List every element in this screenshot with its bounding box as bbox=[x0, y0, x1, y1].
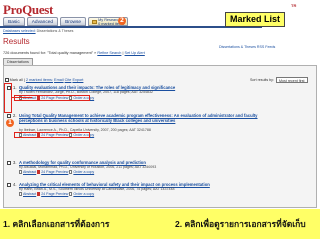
abstract-icon bbox=[19, 170, 22, 174]
links-highlight bbox=[14, 132, 90, 138]
cite-link[interactable]: Cite bbox=[65, 78, 72, 82]
query-text: "Total quality management" bbox=[47, 51, 94, 55]
result-checkbox[interactable] bbox=[7, 161, 11, 165]
pdf-icon bbox=[37, 192, 41, 196]
results-toolbar: Mark all | 2 marked items: Email Cite Ex… bbox=[5, 78, 83, 82]
result-links: Abstract 24 Page Preview Order a copy bbox=[19, 192, 94, 196]
breadcrumb: Databases selected: Dissertations & Thes… bbox=[3, 29, 73, 33]
instruction-step-2: 2. คลิกเพื่อดูรายการเอกสารที่จัดเก็บ bbox=[170, 209, 320, 239]
topright-icon: TR bbox=[291, 3, 297, 8]
tab-dissertations[interactable]: Dissertations bbox=[3, 58, 33, 65]
export-link[interactable]: Export bbox=[72, 78, 83, 82]
page-preview-link[interactable]: 24 Page Preview bbox=[41, 170, 68, 174]
result-checkbox[interactable] bbox=[7, 183, 11, 187]
sort-label: Sort results by: bbox=[250, 78, 274, 82]
result-author: by Alsuidai, Mohammad, Ph.D., University… bbox=[19, 165, 157, 169]
marked-items-link[interactable]: 2 marked items: bbox=[26, 78, 53, 82]
refine-search-link[interactable]: Refine Search bbox=[97, 51, 121, 55]
instruction-step-1: 1. คลิกเลือกเอกสารที่ต้องการ bbox=[0, 209, 170, 239]
proquest-logo: ProQuest bbox=[3, 2, 54, 17]
sort-control: Sort results by: Most recent first bbox=[250, 77, 308, 83]
abstract-icon bbox=[19, 192, 22, 196]
breadcrumb-text: Dissertations & Theses bbox=[36, 29, 74, 33]
mark-all-checkbox[interactable] bbox=[5, 78, 9, 82]
order-copy-link[interactable]: Order a copy bbox=[73, 170, 94, 174]
search-tabs: Basic Advanced Browse My Research 0 mark… bbox=[3, 17, 129, 26]
result-number: 3. bbox=[13, 160, 17, 165]
callout-arrow bbox=[12, 97, 42, 99]
result-number: 4. bbox=[13, 182, 17, 187]
databases-selected-link[interactable]: Databases selected: bbox=[3, 29, 36, 33]
count-text: 726 documents found for: bbox=[3, 51, 47, 55]
result-checkbox[interactable] bbox=[7, 114, 11, 118]
order-copy-link[interactable]: Order a copy bbox=[73, 192, 94, 196]
page-preview-link[interactable]: 24 Page Preview bbox=[41, 192, 68, 196]
order-icon bbox=[69, 170, 73, 174]
pdf-icon bbox=[37, 170, 41, 174]
result-links: Abstract 24 Page Preview Order a copy bbox=[19, 170, 94, 174]
tab-basic[interactable]: Basic bbox=[3, 17, 25, 26]
header-divider bbox=[0, 26, 262, 28]
sort-select[interactable]: Most recent first bbox=[275, 77, 308, 83]
result-item: 2. Using Total Quality Management to ach… bbox=[7, 113, 307, 143]
checkbox-highlight bbox=[4, 83, 12, 113]
order-icon bbox=[69, 192, 73, 196]
set-up-alert-link[interactable]: Set Up Alert bbox=[125, 51, 145, 55]
result-number: 1. bbox=[13, 85, 17, 90]
abstract-link[interactable]: Abstract bbox=[23, 192, 36, 196]
abstract-link[interactable]: Abstract bbox=[23, 170, 36, 174]
result-item: 3. A methodology for quality conformance… bbox=[7, 160, 307, 178]
tab-advanced[interactable]: Advanced bbox=[26, 17, 59, 26]
result-author: by Trullen Fernandez, Jorge, Ph.D., Bost… bbox=[19, 90, 154, 94]
result-item: 4. Analyzing the critical elements of be… bbox=[7, 182, 307, 200]
rss-feeds-link[interactable]: Dissertations & Theses RSS Feeds bbox=[219, 45, 275, 49]
email-link[interactable]: Email bbox=[54, 78, 64, 82]
marked-list-callout: Marked List bbox=[225, 12, 285, 27]
callout-badge-1: 1 bbox=[6, 119, 14, 127]
tab-browse[interactable]: Browse bbox=[60, 17, 87, 26]
mark-all-label: Mark all bbox=[9, 78, 23, 82]
result-title-link[interactable]: Using Total Quality Management to achiev… bbox=[19, 113, 279, 123]
result-author: by Hahn, Brian A., M.S., Southern Illino… bbox=[19, 187, 175, 191]
results-heading: Results bbox=[3, 37, 30, 46]
folder-icon bbox=[92, 19, 98, 24]
callout-badge-2: 2 bbox=[118, 17, 126, 25]
results-count: 726 documents found for: "Total quality … bbox=[3, 51, 145, 55]
result-number: 2. bbox=[13, 113, 17, 118]
